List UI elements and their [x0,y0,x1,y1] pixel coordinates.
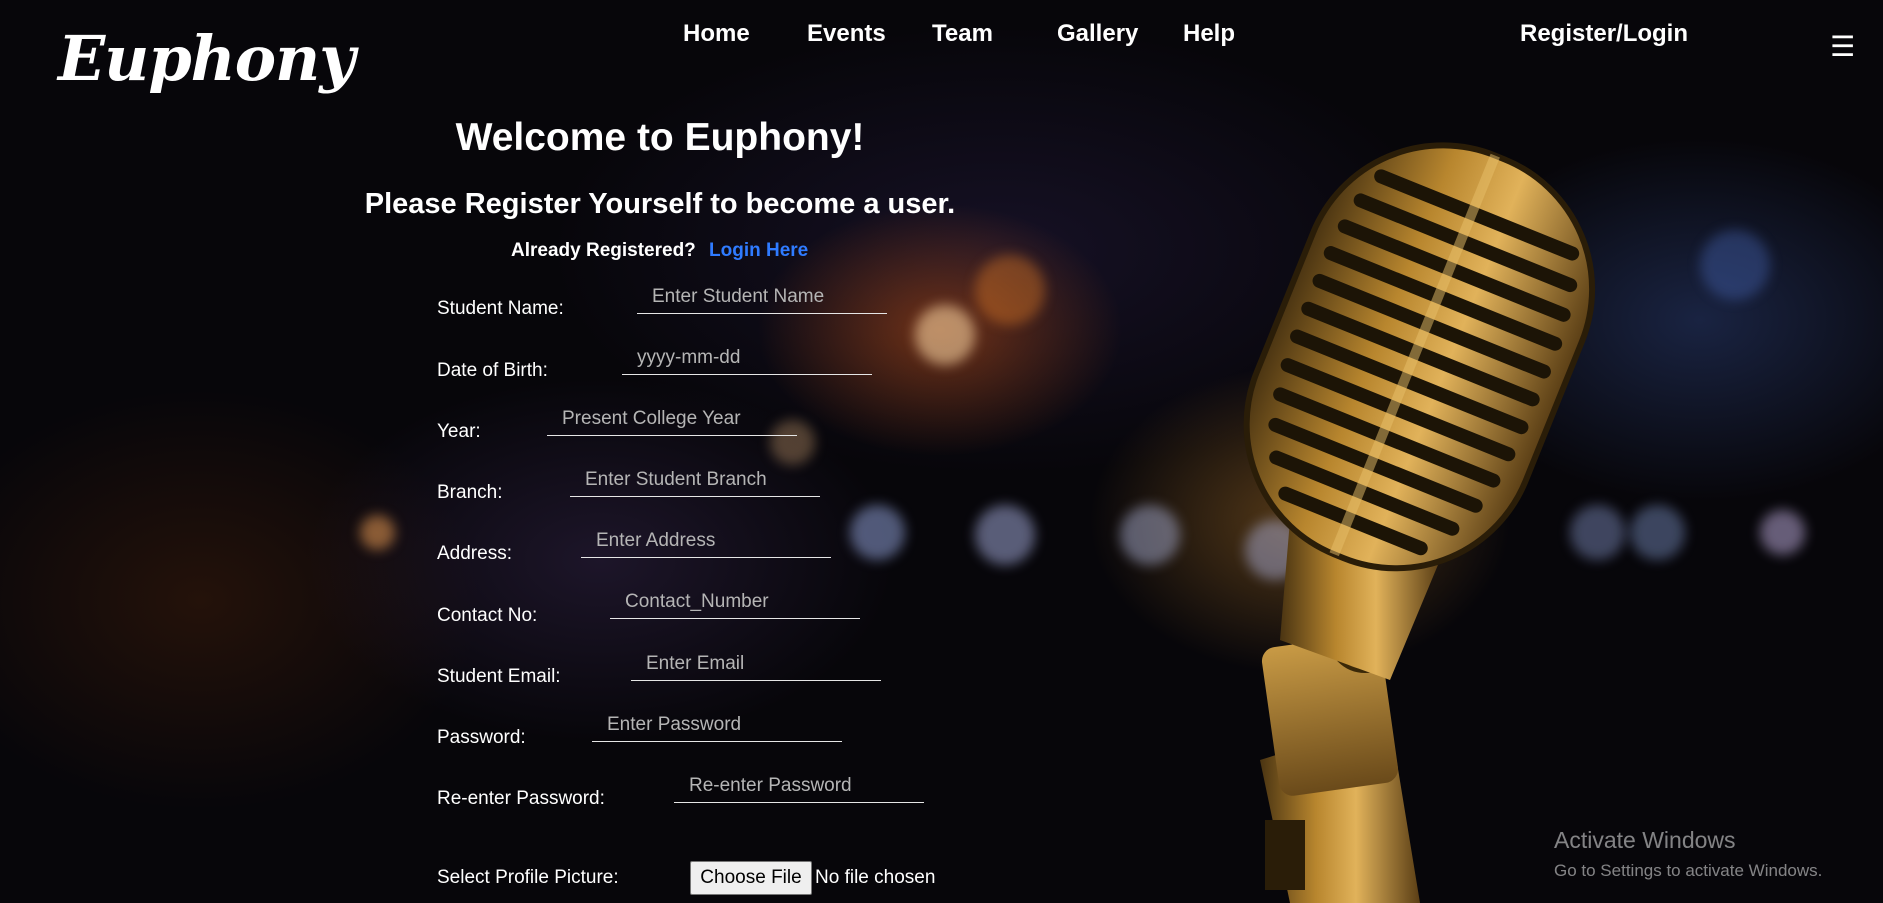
activate-windows-subtitle: Go to Settings to activate Windows. [1554,861,1823,880]
bokeh-light [850,505,905,560]
nav-team[interactable]: Team [932,20,993,48]
bokeh-light [1120,505,1180,565]
nav-help[interactable]: Help [1183,20,1235,48]
site-logo[interactable]: Euphony [58,22,355,95]
branch-label: Branch: [437,482,503,503]
contact-label: Contact No: [437,605,538,626]
bokeh-light [975,505,1035,565]
year-label: Year: [437,421,481,442]
contact-input[interactable] [610,585,860,619]
branch-input[interactable] [570,463,820,497]
page-subtitle: Please Register Yourself to become a use… [364,188,956,220]
login-link[interactable]: Login Here [709,240,808,262]
activate-windows-title: Activate Windows [1554,827,1736,853]
student-name-label: Student Name: [437,298,564,319]
bokeh-light [1760,510,1805,555]
already-registered-text: Already Registered? [511,240,696,261]
page-title: Welcome to Euphony! [455,116,865,159]
email-input[interactable] [631,647,881,681]
hamburger-icon[interactable]: ☰ [1830,30,1855,63]
password-input[interactable] [592,708,842,742]
microphone-icon [1243,142,1596,903]
file-status-text: No file chosen [815,867,936,888]
choose-file-button[interactable]: Choose File [690,861,812,895]
student-name-input[interactable] [637,280,887,314]
nav-home[interactable]: Home [683,20,750,48]
bokeh-light [915,305,975,365]
bokeh-light [975,255,1045,325]
year-input[interactable] [547,402,797,436]
password-label: Password: [437,727,526,748]
reenter-password-input[interactable] [674,769,924,803]
address-input[interactable] [581,524,831,558]
reenter-password-label: Re-enter Password: [437,788,605,809]
nav-events[interactable]: Events [807,20,886,48]
bokeh-light [1700,230,1770,300]
profile-picture-label: Select Profile Picture: [437,867,619,888]
registration-page: Euphony Home Events Team Gallery Help Re… [0,0,1883,903]
bokeh-light [360,515,395,550]
dob-label: Date of Birth: [437,360,548,381]
address-label: Address: [437,543,512,564]
nav-register-login[interactable]: Register/Login [1520,20,1688,48]
dob-input[interactable] [622,341,872,375]
nav-gallery[interactable]: Gallery [1057,20,1138,48]
email-label: Student Email: [437,666,561,687]
